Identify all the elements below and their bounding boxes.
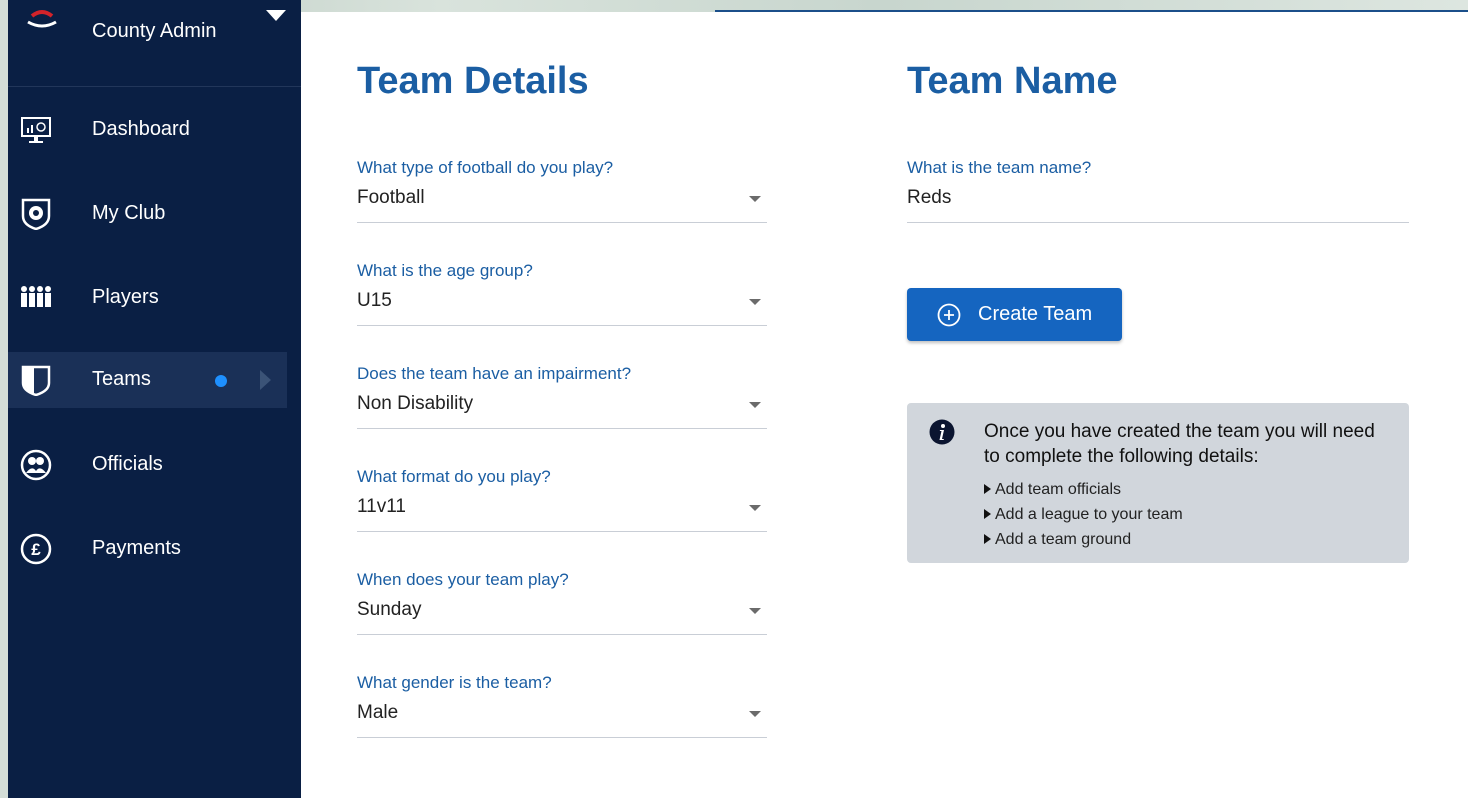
impairment-select[interactable]: Non Disability [357,394,767,429]
field-label: What is the team name? [907,158,1092,177]
dropdown-arrow-icon [749,402,761,408]
chevron-right-icon [260,370,271,390]
football-type-field: What type of football do you play? Footb… [357,158,767,223]
format-field: What format do you play? 11v11 [357,467,767,532]
bullet-arrow-icon [984,534,991,544]
sidebar-item-payments[interactable]: £ Payments [8,521,287,577]
age-group-select[interactable]: U15 [357,291,767,326]
sidebar-item-officials[interactable]: Officials [8,437,287,493]
list-item: Add a league to your team [984,502,1183,527]
field-label: What gender is the team? [357,673,552,692]
dropdown-arrow-icon [749,196,761,202]
dropdown-arrow-icon [749,299,761,305]
create-team-label: Create Team [978,303,1093,325]
field-label: What format do you play? [357,467,551,486]
list-item: Add a team ground [984,527,1183,552]
sidebar: County Admin Dashboard My Club Players T… [8,0,301,798]
list-item-text: Add team officials [995,481,1121,498]
user-role: County Admin [92,20,217,42]
team-name-title: Team Name [907,60,1118,102]
sidebar-item-label: Players [92,286,159,308]
input-value: Reds [907,187,952,208]
sidebar-item-label: Dashboard [92,118,190,140]
create-team-button[interactable]: Create Team [907,288,1122,341]
field-label: When does your team play? [357,570,569,589]
bullet-arrow-icon [984,509,991,519]
svg-text:£: £ [31,540,41,559]
sidebar-item-label: Teams [92,368,151,390]
info-box: Once you have created the team you will … [907,403,1409,563]
top-accent-line [715,10,1468,12]
teams-shirt-icon [21,365,51,396]
plus-circle-icon [937,303,961,327]
pound-coin-icon: £ [20,533,52,565]
club-shield-icon [21,198,51,230]
select-value: U15 [357,290,392,311]
field-label: What is the age group? [357,261,533,280]
user-header[interactable]: County Admin [8,0,301,87]
list-item: Add team officials [984,477,1183,502]
sidebar-item-dashboard[interactable]: Dashboard [8,102,287,158]
gender-select[interactable]: Male [357,703,767,738]
info-icon [929,419,955,445]
gender-field: What gender is the team? Male [357,673,767,738]
dropdown-arrow-icon [749,711,761,717]
dropdown-arrow-icon [749,608,761,614]
officials-icon [20,449,52,481]
bullet-arrow-icon [984,484,991,494]
field-label: Does the team have an impairment? [357,364,632,383]
sidebar-item-teams[interactable]: Teams [8,352,287,408]
players-group-icon [21,286,51,307]
main-content: Team Details What type of football do yo… [301,12,1468,798]
dashboard-monitor-icon [21,117,51,143]
account-dropdown-caret-icon[interactable] [266,10,286,21]
sidebar-item-label: My Club [92,202,166,224]
play-day-field: When does your team play? Sunday [357,570,767,635]
list-item-text: Add a team ground [995,531,1132,548]
info-list: Add team officials Add a league to your … [984,477,1183,552]
team-details-title: Team Details [357,60,589,102]
sidebar-item-label: Payments [92,537,181,559]
select-value: 11v11 [357,496,406,517]
sidebar-item-my-club[interactable]: My Club [8,186,287,242]
play-day-select[interactable]: Sunday [357,600,767,635]
dropdown-arrow-icon [749,505,761,511]
sidebar-item-players[interactable]: Players [8,270,287,326]
select-value: Non Disability [357,393,474,414]
field-label: What type of football do you play? [357,158,614,177]
select-value: Sunday [357,599,422,620]
format-select[interactable]: 11v11 [357,497,767,532]
impairment-field: Does the team have an impairment? Non Di… [357,364,767,429]
age-group-field: What is the age group? U15 [357,261,767,326]
select-value: Male [357,702,399,723]
select-value: Football [357,187,425,208]
football-type-select[interactable]: Football [357,188,767,223]
team-name-field: What is the team name? Reds [907,158,1409,223]
list-item-text: Add a league to your team [995,506,1183,523]
club-logo-icon [27,10,57,28]
sidebar-item-label: Officials [92,453,163,475]
team-name-input[interactable]: Reds [907,188,1409,223]
notification-dot [215,375,227,387]
info-message: Once you have created the team you will … [984,421,1375,467]
